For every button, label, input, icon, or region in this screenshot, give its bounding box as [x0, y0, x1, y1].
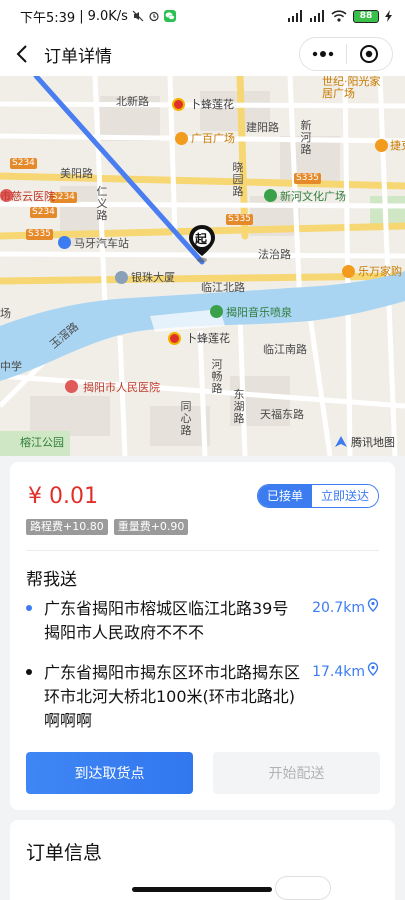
- fee-tag-distance: 路程费+10.80: [26, 519, 108, 535]
- mini-program-capsule: [299, 37, 393, 71]
- wifi-icon: [331, 10, 347, 22]
- more-button[interactable]: [300, 38, 346, 70]
- status-immediate[interactable]: 立即送达: [311, 485, 378, 507]
- map-label: 马牙汽车站: [74, 237, 129, 250]
- dropoff-address-row[interactable]: 广东省揭阳市揭东区环市北路揭东区环市北河大桥北100米(环市北路北)啊啊啊 17…: [26, 661, 379, 733]
- location-pin-icon: [367, 662, 379, 676]
- landmark-icon: [210, 305, 223, 318]
- shopping-icon: [175, 132, 188, 145]
- supermarket-icon: [172, 98, 185, 111]
- map-label: 临江南路: [263, 343, 307, 356]
- pickup-address-row[interactable]: 广东省揭阳市榕城区临江北路39号揭阳市人民政府不不不 20.7km: [26, 597, 379, 645]
- map-label: 银珠大厦: [131, 271, 175, 284]
- map-label: 场: [0, 307, 11, 320]
- pickup-distance[interactable]: 20.7km: [312, 597, 379, 645]
- status-time: 下午5:39: [20, 10, 76, 26]
- dropoff-distance-value: 17.4km: [312, 664, 365, 680]
- tencent-map-logo-icon: [335, 436, 347, 447]
- map-label: 揭阳市人民医院: [83, 381, 160, 394]
- map-label: 世纪·阳光家居广场: [322, 76, 381, 100]
- map-label: 建阳路: [246, 121, 279, 134]
- road-tag: S335: [26, 229, 53, 240]
- signal-icon-2: [310, 10, 324, 22]
- mute-icon: [132, 10, 144, 22]
- more-dots-icon: [312, 51, 334, 57]
- charging-icon: [385, 10, 392, 22]
- road-tag: S234: [30, 207, 57, 218]
- pickup-address: 广东省揭阳市榕城区临江北路39号揭阳市人民政府不不不: [44, 599, 289, 642]
- divider: [26, 550, 379, 551]
- map-label: 广百广场: [191, 132, 235, 145]
- hospital-icon-2: [65, 380, 78, 393]
- start-delivery-button: 开始配送: [213, 752, 380, 794]
- target-close-icon: [360, 45, 379, 63]
- map-label: 东湖路: [233, 388, 245, 425]
- map-label: 法治路: [258, 248, 291, 261]
- map-label: 卜蜂莲花: [190, 98, 234, 111]
- battery-indicator: 88: [353, 9, 379, 23]
- dropoff-address: 广东省揭阳市揭东区环市北路揭东区环市北河大桥北100米(环市北路北)啊啊啊: [44, 663, 301, 730]
- map-label: 临江北路: [201, 281, 245, 294]
- signal-icon: [288, 10, 302, 22]
- status-bar: 下午5:39 | 9.0K/s 88: [0, 0, 405, 32]
- back-button[interactable]: [0, 32, 44, 76]
- map-label: 中学: [0, 360, 22, 373]
- close-mini-program-button[interactable]: [347, 38, 392, 70]
- bus-station-icon: [58, 236, 71, 249]
- alarm-icon: [149, 11, 159, 22]
- map-label: 新河文化广场: [280, 190, 346, 203]
- route-map[interactable]: 北新路 卜蜂莲花 世纪·阳光家居广场 广百广场 建阳路 新河路 捷克购 晓园路 …: [0, 76, 405, 456]
- status-separator: |: [79, 8, 84, 24]
- order-status-toggle: 已接单 立即送达: [256, 484, 379, 508]
- park-icon: [264, 189, 277, 202]
- map-label: 揭阳音乐喷泉: [226, 306, 292, 319]
- dropoff-dot-icon: [26, 669, 32, 675]
- map-label: 市慈云医院: [0, 190, 55, 203]
- nav-bar: 订单详情: [0, 32, 405, 76]
- start-pin-label: 起: [195, 232, 208, 246]
- status-speed: 9.0K/s: [87, 8, 128, 24]
- map-label: 河畅路: [211, 358, 223, 395]
- location-pin-icon: [367, 598, 379, 612]
- arrive-pickup-button[interactable]: 到达取货点: [26, 752, 193, 794]
- supermarket-icon-2: [168, 332, 181, 345]
- map-credit: 腾讯地图: [334, 434, 395, 450]
- pickup-distance-value: 20.7km: [312, 600, 365, 616]
- map-label: 仁义路: [96, 185, 108, 222]
- home-indicator[interactable]: [132, 887, 272, 892]
- map-label: 美阳路: [60, 167, 93, 180]
- map-label: 卜蜂莲花: [186, 332, 230, 345]
- peek-button[interactable]: [275, 876, 331, 900]
- dropoff-distance[interactable]: 17.4km: [312, 661, 379, 733]
- map-label: 新河路: [300, 119, 312, 156]
- map-label: 捷克购: [390, 139, 405, 152]
- page-title: 订单详情: [44, 46, 112, 67]
- fee-tag-weight: 重量费+0.90: [113, 519, 189, 535]
- order-info-title: 订单信息: [26, 842, 103, 864]
- shopping-icon-3: [342, 265, 355, 278]
- fee-tags: 路程费+10.80 重量费+0.90: [26, 519, 189, 535]
- map-label: 榕江公园: [20, 436, 64, 449]
- chevron-left-icon: [16, 45, 27, 63]
- road-tag: S335: [226, 214, 253, 225]
- map-label: 北新路: [116, 95, 149, 108]
- road-tag: S234: [10, 158, 37, 169]
- wechat-icon: [163, 10, 176, 22]
- shopping-icon-2: [375, 139, 388, 152]
- map-label: 同心路: [180, 400, 192, 437]
- map-label: 晓园路: [232, 161, 244, 198]
- service-type: 帮我送: [26, 570, 77, 590]
- map-label: 乐万家购: [358, 265, 402, 278]
- building-icon: [115, 271, 128, 284]
- pickup-dot-icon: [26, 605, 32, 611]
- order-fee: ¥ 0.01: [28, 484, 98, 509]
- map-label: 天福东路: [260, 408, 304, 421]
- status-accepted[interactable]: 已接单: [257, 485, 312, 507]
- map-credit-text: 腾讯地图: [351, 436, 395, 449]
- order-card: ¥ 0.01 已接单 立即送达 路程费+10.80 重量费+0.90 帮我送 广…: [10, 462, 395, 810]
- road-tag: S335: [294, 173, 321, 184]
